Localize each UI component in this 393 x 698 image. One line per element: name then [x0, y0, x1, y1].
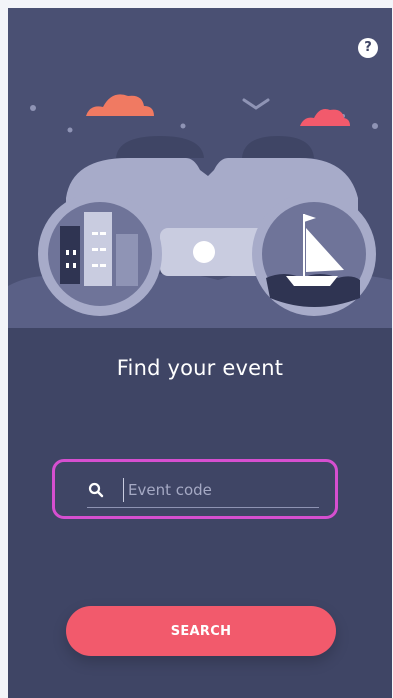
- star-dot: [180, 123, 186, 129]
- event-code-input[interactable]: [123, 478, 318, 502]
- search-button[interactable]: SEARCH: [66, 606, 336, 656]
- window: [92, 248, 98, 251]
- cloud-right: [300, 109, 350, 126]
- star-dot: [30, 105, 36, 111]
- search-field-container[interactable]: [52, 459, 338, 519]
- boat-hull: [286, 276, 338, 286]
- search-icon: [88, 482, 104, 498]
- page-title: Find your event: [116, 356, 284, 380]
- star-dot: [67, 127, 73, 133]
- window: [92, 232, 98, 235]
- building: [60, 226, 80, 284]
- window: [100, 264, 106, 267]
- app-screen: ? Find your event SEARCH: [8, 8, 392, 698]
- window: [73, 250, 76, 255]
- help-button[interactable]: ?: [358, 38, 378, 58]
- window: [73, 263, 76, 268]
- star-dot: [372, 123, 378, 129]
- window: [66, 250, 69, 255]
- window: [100, 248, 106, 251]
- window: [92, 264, 98, 267]
- bird-shape: [242, 98, 270, 110]
- input-underline: [87, 507, 319, 508]
- right-eyecap: [242, 136, 314, 158]
- binoculars-illustration: [8, 94, 392, 328]
- left-eyecap: [116, 136, 204, 158]
- building: [116, 234, 138, 286]
- bridge-knob: [193, 241, 215, 263]
- hero-illustration: ?: [8, 8, 392, 328]
- question-icon: ?: [364, 40, 372, 55]
- cloud-left: [86, 94, 154, 116]
- window: [66, 263, 69, 268]
- window: [100, 232, 106, 235]
